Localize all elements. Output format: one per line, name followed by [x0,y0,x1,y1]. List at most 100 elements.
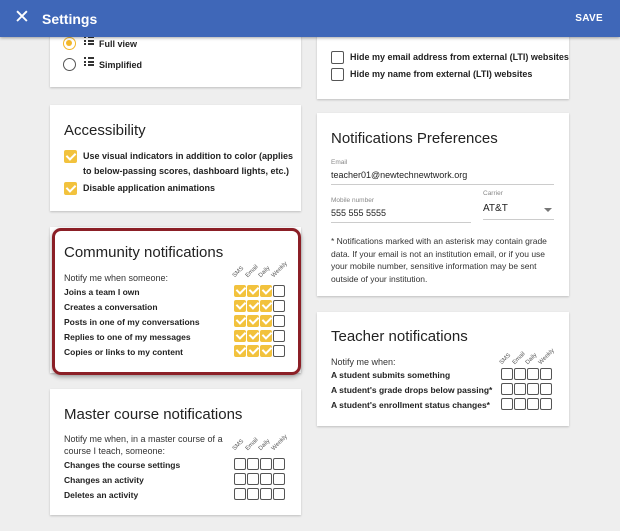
checkbox-weekly[interactable] [540,368,552,380]
checkbox-sms[interactable] [234,315,246,327]
column-header-email: Email [244,264,260,279]
checkbox-daily[interactable] [260,330,272,342]
checkbox-weekly[interactable] [273,285,285,297]
notification-checkbox-row [234,300,286,315]
column-header-sms: SMS [231,265,246,279]
checkbox-daily[interactable] [260,285,272,297]
card-subtitle: Notify me when, in a master course of a … [64,434,223,456]
mobile-field-underline [331,222,471,223]
checkbox[interactable] [64,150,77,163]
notification-checkbox-row [501,383,553,398]
checkbox[interactable] [331,68,344,81]
checkbox-sms[interactable] [234,330,246,342]
radio-button[interactable] [63,37,76,50]
checkbox-email[interactable] [247,488,259,500]
checkbox-sms[interactable] [234,458,246,470]
checkbox-email[interactable] [514,383,526,395]
checkbox[interactable] [331,51,344,64]
view-option-full[interactable]: Full view [63,36,138,50]
checkbox-email[interactable] [514,398,526,410]
save-button[interactable]: SAVE [575,13,603,24]
notification-checkbox-row [234,488,286,503]
column-headers: SMS Email Daily Weekly [499,348,556,366]
checkbox-daily[interactable] [527,368,539,380]
notification-row-label: A student's enrollment status changes* [331,400,490,410]
checkbox-weekly[interactable] [273,330,285,342]
checkbox-weekly[interactable] [540,398,552,410]
checkbox-email[interactable] [247,285,259,297]
checkbox-weekly[interactable] [273,315,285,327]
notification-checkbox-grid [501,368,553,413]
view-option-label: Full view [99,38,138,49]
notification-row-label: Changes the course settings [64,460,181,470]
notification-checkbox-row [234,330,286,345]
privacy-note: * Notifications marked with an asterisk … [331,236,547,284]
checkbox-email[interactable] [247,300,259,312]
radio-button[interactable] [63,58,76,71]
checkbox[interactable] [64,182,77,195]
master-course-notifications-card: Master course notifications Notify me wh… [50,389,301,515]
accessibility-option-visual-indicators[interactable]: Use visual indicators in addition to col… [64,149,294,179]
checkbox-email[interactable] [247,345,259,357]
notification-checkbox-grid [234,285,286,360]
notification-checkbox-row [234,473,286,488]
email-field[interactable]: teacher01@newtechnewtwork.org [331,170,467,180]
checkbox-daily[interactable] [260,315,272,327]
checkbox-sms[interactable] [234,285,246,297]
checkbox-sms[interactable] [234,345,246,357]
checkbox-weekly[interactable] [273,300,285,312]
checkbox-email[interactable] [514,368,526,380]
notification-row-label: Posts in one of my conversations [64,317,200,327]
notification-row-label: A student's grade drops below passing* [331,385,493,395]
email-field-underline [331,184,554,185]
checkbox-sms[interactable] [234,488,246,500]
app-bar: ✕ Settings SAVE [0,0,620,37]
card-title: Accessibility [64,122,146,139]
page-title: Settings [42,11,98,27]
checkbox-weekly[interactable] [273,488,285,500]
notification-row-label: Changes an activity [64,475,144,485]
notification-checkbox-row [234,345,286,360]
accessibility-option-disable-animations[interactable]: Disable application animations [64,181,215,196]
checkbox-email[interactable] [247,458,259,470]
notification-preferences-card: Notifications Preferences Email teacher0… [317,113,569,296]
list-view-icon [84,36,94,47]
checkbox-email[interactable] [247,315,259,327]
checkbox-email[interactable] [247,473,259,485]
checkbox-daily[interactable] [260,473,272,485]
checkbox-sms[interactable] [234,473,246,485]
column-header-sms: SMS [498,352,513,366]
lti-hide-email-option[interactable]: Hide my email address from external (LTI… [331,50,569,65]
column-header-weekly: Weekly [270,433,289,452]
checkbox-email[interactable] [247,330,259,342]
lti-hide-name-option[interactable]: Hide my name from external (LTI) website… [331,67,532,82]
checkbox-daily[interactable] [260,488,272,500]
checkbox-sms[interactable] [501,368,513,380]
notification-checkbox-row [234,315,286,330]
view-option-simplified[interactable]: Simplified [63,57,143,71]
checkbox-sms[interactable] [501,398,513,410]
notification-row-label: Creates a conversation [64,302,158,312]
checkbox-daily[interactable] [527,383,539,395]
checkbox-daily[interactable] [260,345,272,357]
card-subtitle: Notify me when someone: [64,273,169,283]
checkbox-weekly[interactable] [273,458,285,470]
checkbox-weekly[interactable] [273,345,285,357]
chevron-down-icon[interactable] [544,208,552,212]
checkbox-weekly[interactable] [540,383,552,395]
close-icon[interactable]: ✕ [14,8,30,27]
carrier-field-label: Carrier [483,190,503,197]
mobile-number-field[interactable]: 555 555 5555 [331,208,386,218]
checkbox-daily[interactable] [260,458,272,470]
checkbox-weekly[interactable] [273,473,285,485]
column-headers: SMS Email Daily Weekly [232,261,289,279]
column-header-weekly: Weekly [537,347,556,366]
checkbox-sms[interactable] [501,383,513,395]
view-option-label: Simplified [99,59,143,70]
checkbox-sms[interactable] [234,300,246,312]
notification-checkbox-row [501,368,553,383]
checkbox-daily[interactable] [260,300,272,312]
carrier-select[interactable]: AT&T [483,203,508,214]
checkbox-daily[interactable] [527,398,539,410]
notification-checkbox-row [234,458,286,473]
